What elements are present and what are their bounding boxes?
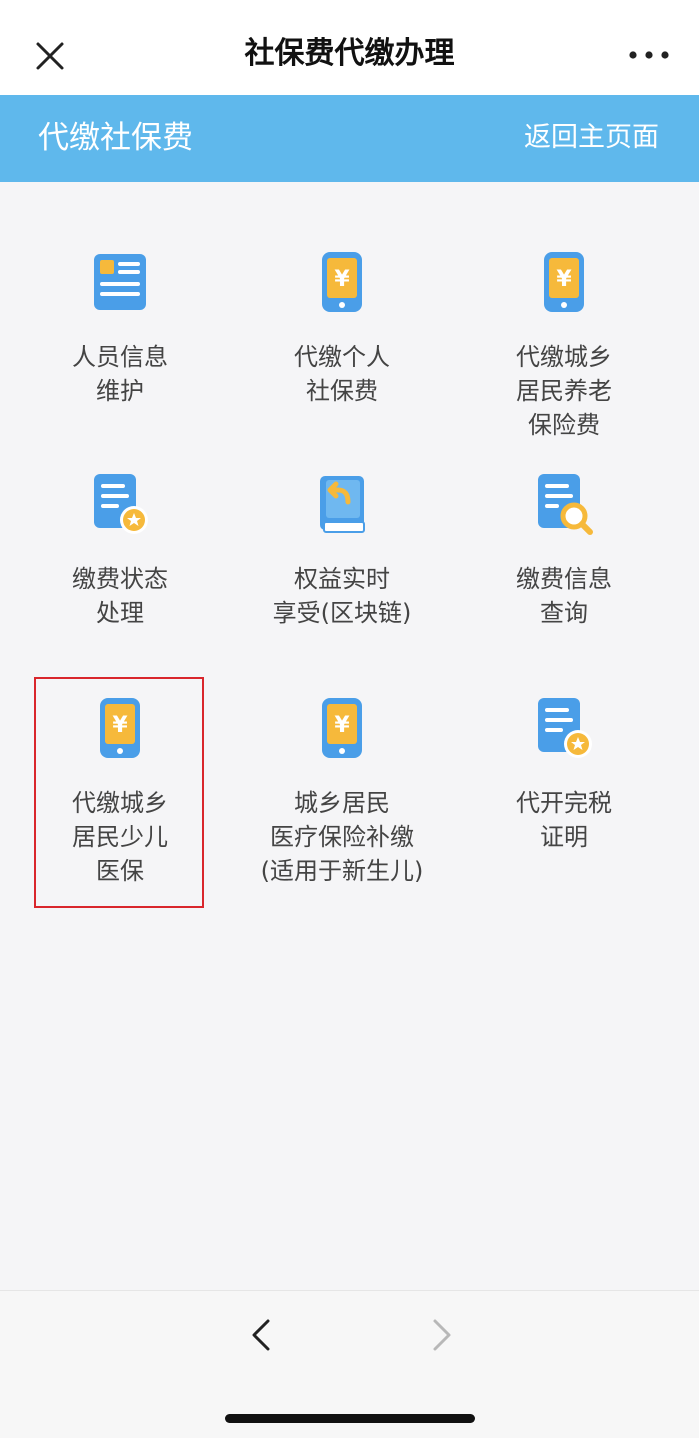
tile-rights-blockchain[interactable]: 权益实时 享受(区块链) [242, 472, 442, 630]
svg-text:¥: ¥ [334, 713, 350, 738]
phone-yen-icon: ¥ [322, 252, 362, 312]
close-icon [36, 42, 64, 70]
tile-label-line: 社保费 [306, 377, 378, 405]
more-button[interactable] [627, 44, 671, 66]
tile-label: 代缴个人 社保费 [242, 340, 442, 408]
page-title: 社保费代缴办理 [244, 36, 455, 71]
svg-text:¥: ¥ [556, 267, 572, 292]
svg-text:¥: ¥ [334, 267, 350, 292]
close-button[interactable] [30, 36, 70, 76]
home-indicator [225, 1414, 475, 1423]
tile-label-line: 代开完税 [516, 789, 612, 817]
tile-urban-rural-pension[interactable]: ¥ 代缴城乡 居民养老 保险费 [464, 250, 664, 442]
back-button[interactable] [244, 1315, 278, 1355]
document-star-icon [94, 474, 148, 534]
top-nav-bar: 社保费代缴办理 [0, 0, 699, 95]
tile-payment-inquiry[interactable]: 缴费信息 查询 [464, 472, 664, 630]
tile-personnel-info[interactable]: 人员信息 维护 [20, 250, 220, 408]
tile-label-line: 享受(区块链) [272, 599, 412, 627]
selection-highlight [34, 677, 204, 908]
tile-tax-certificate[interactable]: 代开完税 证明 [464, 696, 664, 854]
tile-label-line: 缴费状态 [72, 565, 168, 593]
tile-personal-social-insurance[interactable]: ¥ 代缴个人 社保费 [242, 250, 442, 408]
book-return-icon [320, 476, 365, 533]
tile-label: 权益实时 享受(区块链) [242, 562, 442, 630]
chevron-right-icon [433, 1319, 451, 1351]
tile-label: 代缴城乡 居民养老 保险费 [464, 340, 664, 442]
tile-label: 缴费信息 查询 [464, 562, 664, 630]
tile-label: 人员信息 维护 [20, 340, 220, 408]
tile-label-line: 人员信息 [72, 343, 168, 371]
more-icon [629, 51, 669, 59]
section-header: 代缴社保费 返回主页面 [0, 95, 699, 182]
document-star-icon [538, 698, 592, 758]
forward-button[interactable] [425, 1315, 459, 1355]
tile-label-line: 处理 [96, 599, 144, 627]
tile-label-line: 保险费 [528, 411, 600, 439]
tile-label-line: 城乡居民 [294, 789, 390, 817]
tile-label-line: 代缴个人 [294, 343, 390, 371]
tile-label-line: 缴费信息 [516, 565, 612, 593]
section-title: 代缴社保费 [38, 120, 193, 156]
tile-newborn-medical-insurance[interactable]: ¥ 城乡居民 医疗保险补缴 (适用于新生儿) [242, 696, 442, 888]
tile-label-line: 维护 [96, 377, 144, 405]
tile-label-line: (适用于新生儿) [260, 857, 424, 885]
phone-yen-icon: ¥ [544, 252, 584, 312]
tile-label-line: 权益实时 [294, 565, 390, 593]
tile-payment-status[interactable]: 缴费状态 处理 [20, 472, 220, 630]
document-search-icon [538, 474, 593, 535]
chevron-left-icon [252, 1319, 270, 1351]
return-home-link[interactable]: 返回主页面 [524, 117, 659, 159]
tile-label-line: 证明 [540, 823, 588, 851]
tile-label: 代开完税 证明 [464, 786, 664, 854]
tile-label: 城乡居民 医疗保险补缴 (适用于新生儿) [242, 786, 442, 888]
tile-label: 缴费状态 处理 [20, 562, 220, 630]
tile-label-line: 代缴城乡 [516, 343, 612, 371]
phone-yen-icon: ¥ [322, 698, 362, 758]
bottom-nav-bar [0, 1290, 699, 1438]
tile-label-line: 居民养老 [516, 377, 612, 405]
id-card-icon [94, 254, 146, 310]
tile-label-line: 医疗保险补缴 [270, 823, 414, 851]
tile-label-line: 查询 [540, 599, 588, 627]
